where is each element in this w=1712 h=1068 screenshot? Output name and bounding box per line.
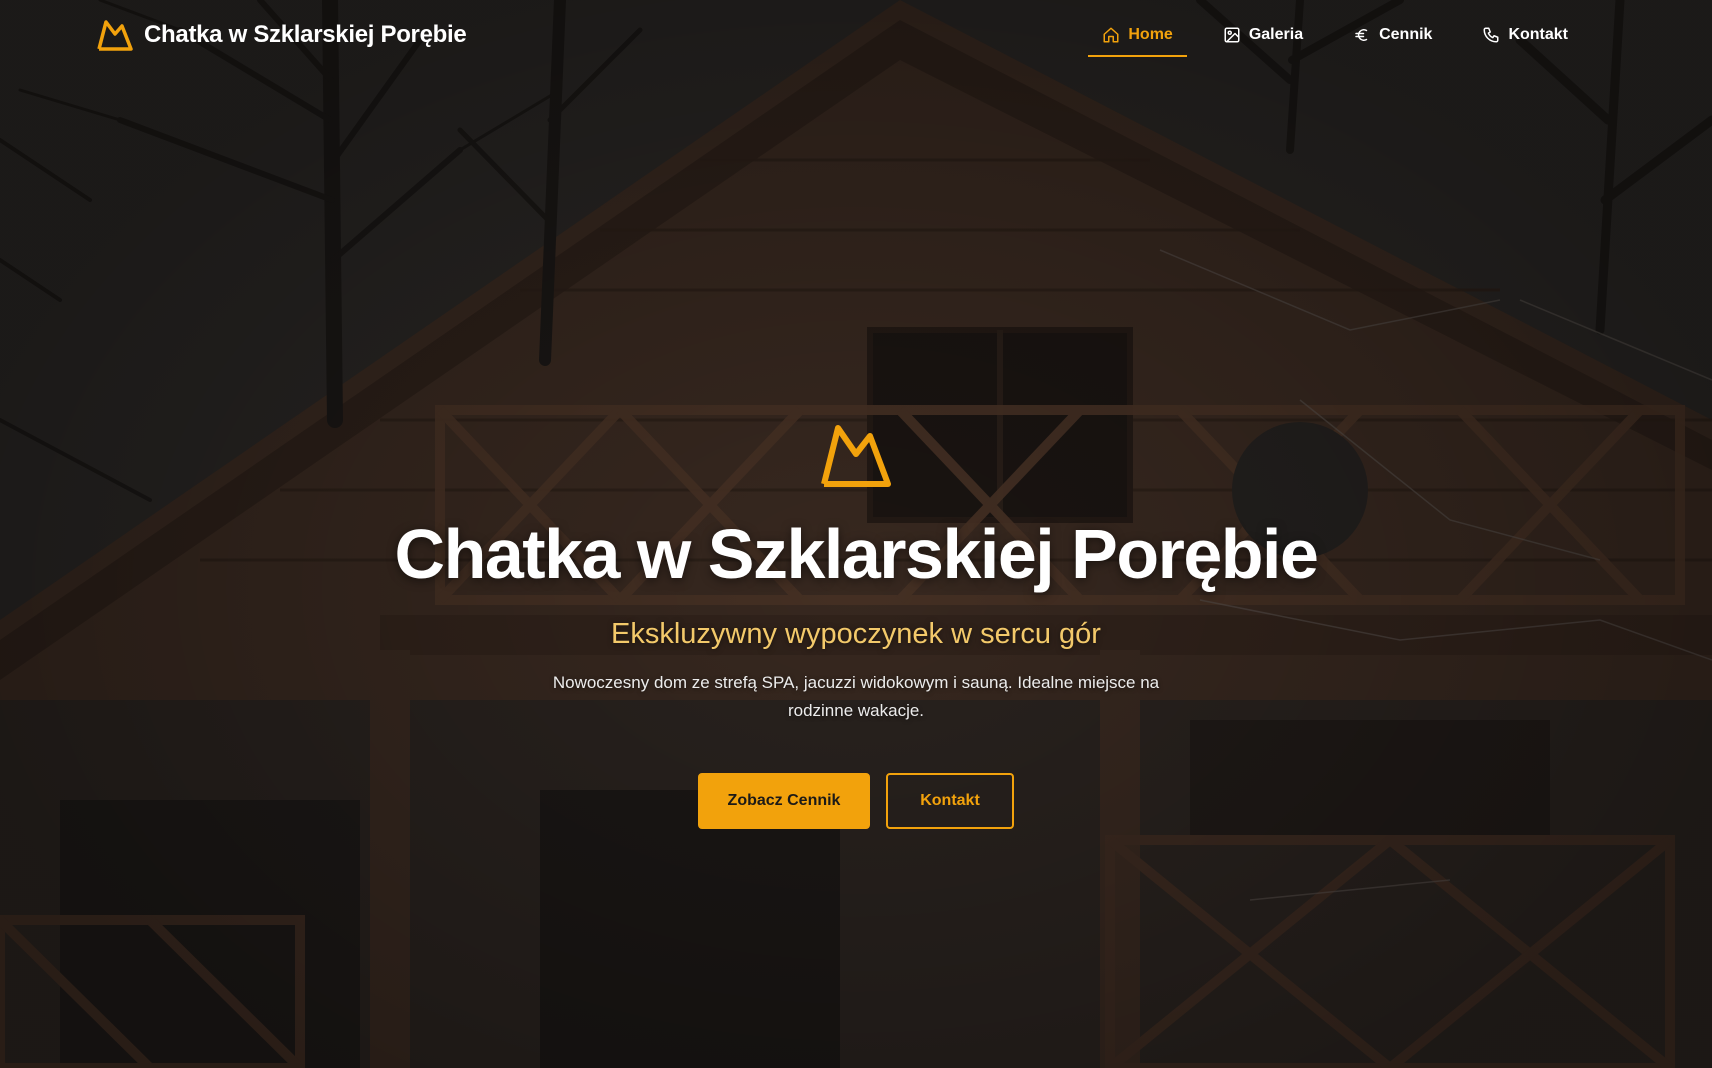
hero-actions: Zobacz Cennik Kontakt [698, 772, 1014, 829]
navbar: Chatka w Szklarskiej Porębie Home Galeri… [0, 0, 1712, 70]
mountain-crown-icon [821, 425, 891, 487]
euro-icon [1355, 28, 1368, 41]
nav-label-cennik: Cennik [1379, 25, 1433, 43]
nav-label-home: Home [1128, 25, 1173, 43]
image-icon [1224, 27, 1240, 42]
brand-name: Chatka w Szklarskiej Porębie [144, 21, 467, 48]
mountain-crown-icon [97, 20, 133, 51]
nav-label-kontakt: Kontakt [1508, 25, 1568, 43]
home-icon [1103, 27, 1119, 42]
hero-title: Chatka w Szklarskiej Porębie [394, 515, 1319, 593]
hero-subtitle: Ekskluzywny wypoczynek w sercu gór [611, 617, 1101, 650]
nav-item-home[interactable]: Home [1088, 14, 1188, 57]
hero-section: Chatka w Szklarskiej Porębie Home Galeri… [0, 0, 1712, 1068]
hero-description: Nowoczesny dom ze strefą SPA, jacuzzi wi… [552, 672, 1160, 720]
nav-item-kontakt[interactable]: Kontakt [1468, 14, 1582, 57]
contact-button[interactable]: Kontakt [886, 772, 1014, 829]
phone-icon [1483, 27, 1499, 42]
nav-label-galeria: Galeria [1248, 25, 1304, 43]
nav-item-galeria[interactable]: Galeria [1209, 14, 1317, 57]
brand[interactable]: Chatka w Szklarskiej Porębie [96, 18, 467, 52]
main-nav: Home Galeria Cennik Kontakt [1088, 14, 1582, 57]
see-pricing-button[interactable]: Zobacz Cennik [698, 772, 870, 829]
hero-content: Chatka w Szklarskiej Porębie Ekskluzywny… [0, 420, 1712, 829]
nav-item-cennik[interactable]: Cennik [1339, 14, 1446, 57]
